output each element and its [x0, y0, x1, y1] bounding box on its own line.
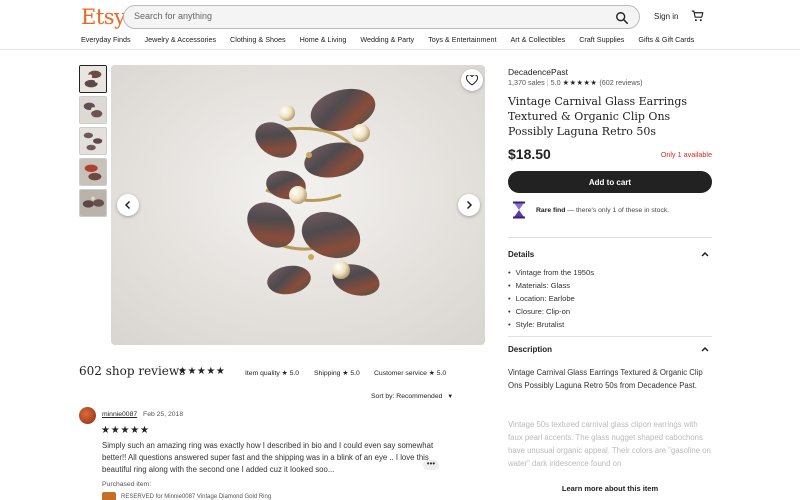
shipping-label: Shipping — [314, 370, 341, 377]
purchased-item-thumbnail[interactable] — [102, 492, 116, 500]
thumbnail[interactable] — [79, 65, 107, 93]
review-date: Feb 25, 2018 — [143, 411, 184, 418]
category-link[interactable]: Wedding & Party — [360, 35, 414, 44]
listing-title: Vintage Carnival Glass Earrings Textured… — [508, 95, 688, 138]
more-dots-icon[interactable]: ••• — [423, 460, 439, 470]
chevron-up-icon[interactable] — [700, 250, 710, 258]
search-input[interactable]: Search for anything — [134, 11, 212, 21]
thumbnail[interactable] — [79, 189, 107, 217]
thumbnail[interactable] — [79, 96, 107, 124]
category-link[interactable]: Jewelry & Accessories — [145, 35, 217, 44]
description-text: Vintage Carnival Glass Earrings Textured… — [508, 368, 703, 390]
sales-count: 1,370 sales — [508, 78, 545, 87]
heart-icon — [466, 74, 478, 86]
customer-service-label: Customer service — [374, 370, 427, 377]
divider — [508, 237, 712, 238]
divider — [508, 336, 712, 337]
category-link[interactable]: Toys & Entertainment — [428, 35, 496, 44]
detail-item: Materials: Glass — [508, 279, 594, 292]
category-link[interactable]: Everyday Finds — [81, 35, 131, 44]
avatar[interactable] — [79, 407, 96, 424]
next-image-button[interactable] — [458, 194, 480, 216]
hourglass-icon — [513, 201, 525, 219]
shop-meta: 1,370 sales | 5.0 ★★★★★ (602 reviews) — [508, 78, 643, 87]
thumbnail[interactable] — [79, 158, 107, 186]
review-text: Simply such an amazing ring was exactly … — [102, 441, 434, 474]
chevron-right-icon — [466, 200, 473, 210]
shipping-score: ★ 5.0 — [342, 370, 360, 377]
price: $18.50 — [508, 146, 551, 162]
review-meta: minnie0087 Feb 25, 2018 — [102, 411, 183, 418]
detail-item: Vintage from the 1950s — [508, 266, 594, 279]
item-quality-score: ★ 5.0 — [281, 370, 300, 377]
cart-icon[interactable] — [691, 10, 704, 22]
product-image[interactable] — [111, 65, 485, 345]
search-bar[interactable]: Search for anything — [123, 5, 640, 29]
item-quality-rating: Item quality ★ 5.0 — [245, 369, 299, 377]
category-nav: Everyday Finds Jewelry & Accessories Clo… — [81, 35, 708, 44]
shipping-rating: Shipping ★ 5.0 — [314, 369, 360, 377]
customer-service-rating: Customer service ★ 5.0 — [374, 369, 446, 377]
detail-item: Location: Earlobe — [508, 292, 594, 305]
reviewer-name-link[interactable]: minnie0087 — [102, 411, 137, 418]
earring-photo — [111, 65, 485, 345]
sort-dropdown[interactable]: Sort by: Recommended ▼ — [371, 393, 453, 400]
purchased-item-link[interactable]: RESERVED for Minnie0087 Vintage Diamond … — [121, 494, 271, 500]
chevron-left-icon — [124, 200, 131, 210]
caret-down-icon: ▼ — [447, 394, 454, 400]
description-more-text: Vintage 50s textured carnival glass clip… — [508, 420, 711, 468]
category-link[interactable]: Art & Collectibles — [510, 35, 565, 44]
category-link[interactable]: Clothing & Shoes — [230, 35, 286, 44]
reviews-stars: ★★★★★ — [178, 366, 226, 377]
item-quality-label: Item quality — [245, 370, 280, 377]
category-link[interactable]: Home & Living — [300, 35, 347, 44]
details-list: Vintage from the 1950s Materials: Glass … — [508, 266, 594, 331]
search-icon[interactable] — [615, 11, 629, 25]
rating-stars: ★★★★★ — [562, 78, 598, 87]
detail-item: Closure: Clip-on — [508, 305, 594, 318]
purchased-label: Purchased item: — [102, 481, 152, 488]
favorite-button[interactable] — [461, 69, 483, 91]
details-heading[interactable]: Details — [508, 250, 534, 259]
sign-in-link[interactable]: Sign in — [654, 12, 678, 21]
sort-label: Sort by: Recommended — [371, 393, 443, 400]
description-heading[interactable]: Description — [508, 345, 552, 354]
review-count-link[interactable]: (602 reviews) — [599, 78, 642, 87]
previous-image-button[interactable] — [117, 194, 139, 216]
site-header: Etsy Search for anything Sign in Everyda… — [0, 0, 800, 50]
shop-rating: 5.0 — [550, 78, 561, 87]
rare-find-title: Rare find — [536, 207, 566, 214]
rare-find-text: — there's only 1 of these in stock. — [565, 207, 670, 214]
shop-name-link[interactable]: DecadencePast — [508, 67, 568, 77]
category-link[interactable]: Craft Supplies — [579, 35, 624, 44]
rare-find-notice: Rare find — there's only 1 of these in s… — [536, 207, 669, 214]
shop-reviews-count: 602 shop reviews — [79, 364, 186, 378]
detail-item: Style: Brutalist — [508, 318, 594, 331]
review-stars: ★★★★★ — [101, 425, 150, 436]
thumbnail-strip — [79, 65, 109, 220]
thumbnail[interactable] — [79, 127, 107, 155]
category-link[interactable]: Gifts & Gift Cards — [638, 35, 694, 44]
add-to-cart-button[interactable]: Add to cart — [508, 171, 712, 193]
learn-more-button[interactable]: Learn more about this item — [508, 476, 712, 500]
customer-service-score: ★ 5.0 — [428, 370, 447, 377]
availability-notice: Only 1 available — [660, 150, 712, 159]
chevron-up-icon[interactable] — [700, 345, 710, 353]
etsy-logo[interactable]: Etsy — [81, 5, 126, 29]
